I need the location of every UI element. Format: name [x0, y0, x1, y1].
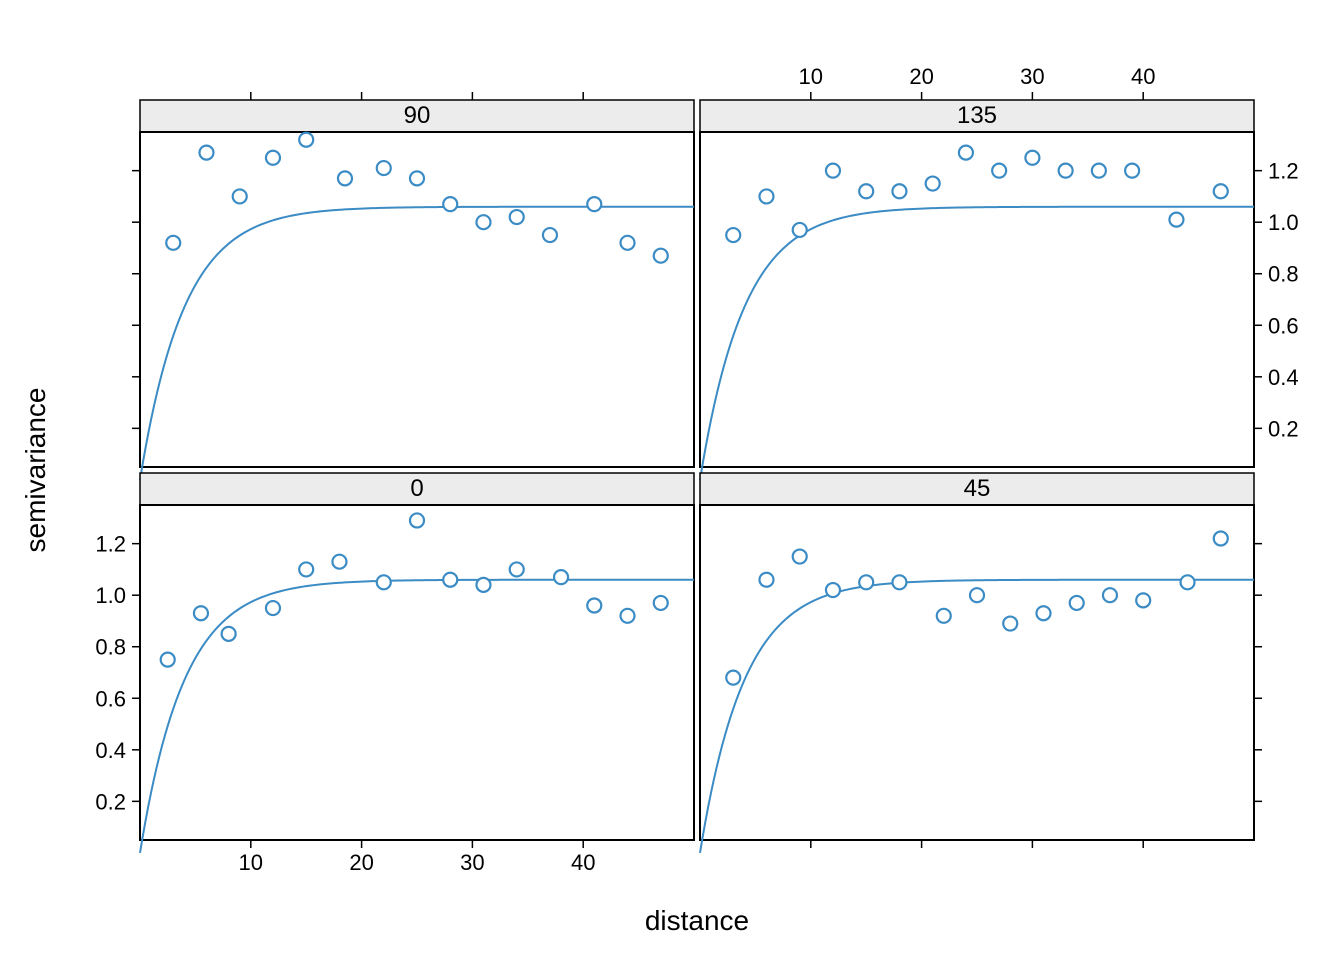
x-tick-label: 20	[909, 64, 933, 89]
data-point	[587, 599, 601, 613]
data-point	[410, 513, 424, 527]
data-point	[377, 575, 391, 589]
y-tick-label: 1.0	[95, 583, 126, 608]
data-point	[266, 151, 280, 165]
data-point	[859, 184, 873, 198]
y-tick-label: 0.2	[95, 789, 126, 814]
data-point	[161, 653, 175, 667]
data-point	[1070, 596, 1084, 610]
data-point	[621, 609, 635, 623]
data-point	[992, 164, 1006, 178]
data-point	[510, 210, 524, 224]
data-point	[1003, 617, 1017, 631]
data-point	[726, 228, 740, 242]
y-axis-label: semivariance	[20, 388, 51, 553]
data-point	[892, 184, 906, 198]
data-point	[1214, 184, 1228, 198]
data-point	[510, 562, 524, 576]
data-point	[443, 573, 457, 587]
y-tick-label: 0.4	[95, 738, 126, 763]
data-point	[621, 236, 635, 250]
panel-strip-label: 0	[410, 475, 423, 502]
y-tick-label: 0.8	[1268, 262, 1299, 287]
y-tick-label: 0.6	[95, 686, 126, 711]
y-tick-label: 1.2	[95, 532, 126, 557]
data-point	[587, 197, 601, 211]
panel-90: 90	[132, 92, 694, 480]
data-point	[859, 575, 873, 589]
data-point	[1169, 213, 1183, 227]
y-tick-label: 0.6	[1268, 313, 1299, 338]
variogram-trellis: distancesemivariance90135102030400.20.40…	[0, 0, 1344, 960]
data-point	[199, 146, 213, 160]
panel-45: 45	[700, 473, 1262, 853]
data-point	[476, 578, 490, 592]
data-point	[892, 575, 906, 589]
data-point	[959, 146, 973, 160]
data-point	[1181, 575, 1195, 589]
data-point	[1025, 151, 1039, 165]
data-point	[410, 171, 424, 185]
x-tick-label: 30	[460, 850, 484, 875]
data-point	[759, 573, 773, 587]
data-point	[338, 171, 352, 185]
data-point	[654, 596, 668, 610]
data-point	[759, 189, 773, 203]
data-point	[826, 583, 840, 597]
data-point	[1059, 164, 1073, 178]
data-point	[299, 133, 313, 147]
data-point	[1125, 164, 1139, 178]
data-point	[1036, 606, 1050, 620]
x-tick-label: 20	[349, 850, 373, 875]
x-axis-label: distance	[645, 905, 749, 936]
panel-strip-label: 135	[957, 102, 997, 129]
data-point	[554, 570, 568, 584]
data-point	[543, 228, 557, 242]
data-point	[443, 197, 457, 211]
data-point	[793, 550, 807, 564]
y-tick-label: 1.2	[1268, 159, 1299, 184]
data-point	[726, 671, 740, 685]
y-tick-label: 0.4	[1268, 365, 1299, 390]
y-tick-label: 0.8	[95, 635, 126, 660]
data-point	[332, 555, 346, 569]
data-point	[1092, 164, 1106, 178]
data-point	[1214, 532, 1228, 546]
y-tick-label: 1.0	[1268, 210, 1299, 235]
panel-strip-label: 90	[404, 102, 431, 129]
data-point	[1103, 588, 1117, 602]
data-point	[1136, 593, 1150, 607]
data-point	[826, 164, 840, 178]
x-tick-label: 40	[571, 850, 595, 875]
panel-0: 0 10 20 30 40 0.2 0.4 0.6 0.8 1.0 1.2	[95, 473, 694, 875]
data-point	[299, 562, 313, 576]
data-point	[793, 223, 807, 237]
x-tick-label: 30	[1020, 64, 1044, 89]
data-point	[222, 627, 236, 641]
y-tick-label: 0.2	[1268, 416, 1299, 441]
data-point	[377, 161, 391, 175]
panel-135: 135 10 20 30 40 0.2 0.4 0.6 0.8 1.0 1.2	[700, 64, 1299, 480]
panel-strip-label: 45	[964, 475, 991, 502]
data-point	[266, 601, 280, 615]
x-tick-label: 40	[1131, 64, 1155, 89]
data-point	[970, 588, 984, 602]
data-point	[233, 189, 247, 203]
data-point	[937, 609, 951, 623]
x-tick-label: 10	[799, 64, 823, 89]
data-point	[476, 215, 490, 229]
x-tick-label: 10	[239, 850, 263, 875]
data-point	[926, 177, 940, 191]
data-point	[166, 236, 180, 250]
data-point	[654, 249, 668, 263]
data-point	[194, 606, 208, 620]
